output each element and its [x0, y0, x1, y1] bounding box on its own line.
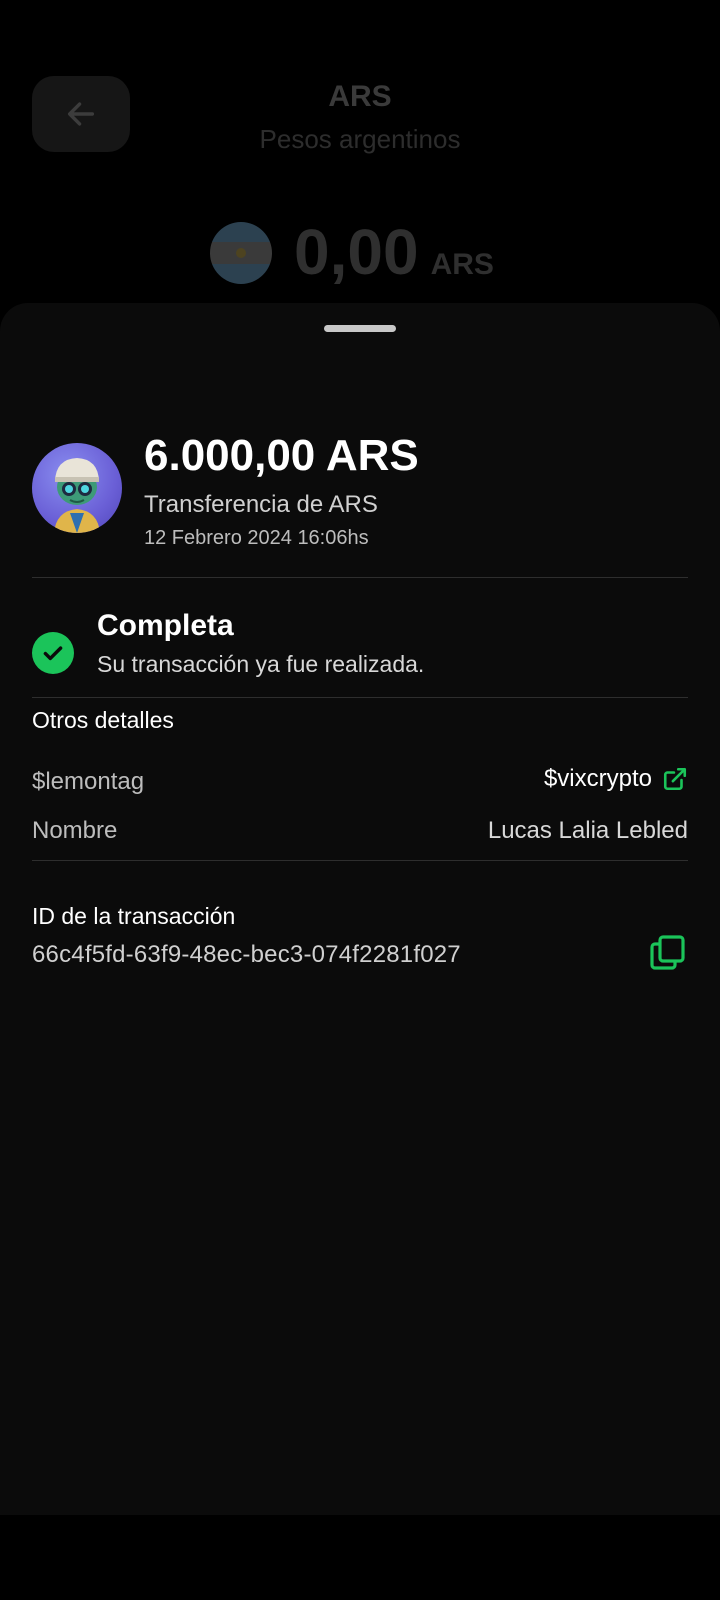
- avatar: [32, 443, 122, 533]
- divider: [32, 860, 688, 861]
- transaction-date: 12 Febrero 2024 16:06hs: [144, 527, 369, 549]
- copy-icon[interactable]: [648, 933, 688, 973]
- lemontag-link[interactable]: $vixcrypto: [544, 765, 688, 793]
- lemontag-value[interactable]: $vixcrypto: [544, 765, 652, 793]
- balance-amount: 0,00: [294, 216, 419, 288]
- currency-header: ARS Pesos argentinos 0,00 ARS: [0, 0, 720, 320]
- check-circle-icon: [32, 632, 74, 674]
- other-details-title: Otros detalles: [32, 707, 174, 733]
- divider: [32, 697, 688, 698]
- transaction-type: Transferencia de ARS: [144, 491, 378, 518]
- transaction-sheet: 6.000,00 ARS Transferencia de ARS 12 Feb…: [0, 303, 720, 1515]
- system-navigation-bar: [0, 1515, 720, 1600]
- name-label: Nombre: [32, 817, 118, 844]
- argentina-flag-icon: [210, 222, 272, 284]
- status-description: Su transacción ya fue realizada.: [97, 651, 425, 677]
- sheet-drag-handle[interactable]: [324, 325, 396, 332]
- balance-row: 0,00 ARS: [210, 208, 494, 288]
- copy-button[interactable]: [648, 933, 688, 973]
- status-title: Completa: [97, 609, 234, 642]
- transaction-id-label: ID de la transacción: [32, 903, 236, 929]
- transaction-amount: 6.000,00 ARS: [144, 431, 419, 480]
- currency-title: ARS: [328, 80, 392, 113]
- external-link-icon[interactable]: [662, 766, 688, 792]
- balance-currency: ARS: [430, 248, 494, 281]
- transaction-detail-screen: ARS Pesos argentinos 0,00 ARS 6.000,00 A…: [0, 0, 720, 1600]
- lemontag-label: $lemontag: [32, 768, 145, 795]
- currency-subtitle: Pesos argentinos: [259, 124, 461, 154]
- divider: [32, 577, 688, 578]
- name-value: Lucas Lalia Lebled: [487, 817, 688, 844]
- transaction-id-value: 66c4f5fd-63f9-48ec-bec3-074f2281f027: [32, 941, 461, 968]
